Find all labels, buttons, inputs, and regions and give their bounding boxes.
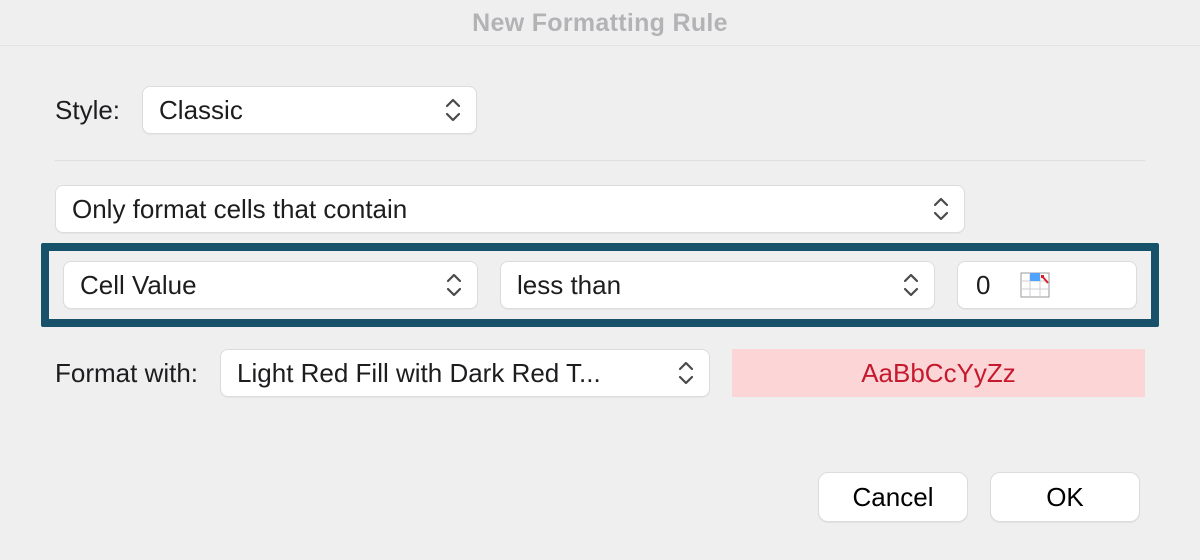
criteria-value-field[interactable] [957, 261, 1137, 309]
style-select[interactable]: Classic [142, 86, 477, 134]
format-with-label: Format with: [55, 358, 198, 389]
format-with-value: Light Red Fill with Dark Red T... [237, 358, 601, 389]
style-select-value: Classic [159, 95, 243, 126]
criteria-subject-value: Cell Value [80, 270, 197, 301]
format-preview-swatch: AaBbCcYyZz [732, 349, 1145, 397]
updown-icon [902, 272, 920, 298]
criteria-highlight: Cell Value less than [41, 243, 1159, 327]
criteria-operator-select[interactable]: less than [500, 261, 935, 309]
criteria-subject-select[interactable]: Cell Value [63, 261, 478, 309]
criteria-operator-value: less than [517, 270, 621, 301]
divider [55, 160, 1145, 161]
range-picker-icon[interactable] [1020, 272, 1050, 298]
style-label: Style: [55, 95, 120, 126]
rule-type-select[interactable]: Only format cells that contain [55, 185, 965, 233]
format-preview-text: AaBbCcYyZz [861, 358, 1016, 389]
updown-icon [445, 272, 463, 298]
cancel-button[interactable]: Cancel [818, 472, 968, 522]
dialog-title: New Formatting Rule [0, 0, 1200, 46]
rule-type-value: Only format cells that contain [72, 194, 407, 225]
ok-button[interactable]: OK [990, 472, 1140, 522]
updown-icon [677, 360, 695, 386]
format-with-select[interactable]: Light Red Fill with Dark Red T... [220, 349, 710, 397]
updown-icon [932, 196, 950, 222]
new-formatting-rule-dialog: New Formatting Rule Style: Classic Only … [0, 0, 1200, 560]
criteria-value-input[interactable] [974, 269, 1010, 302]
updown-icon [444, 97, 462, 123]
